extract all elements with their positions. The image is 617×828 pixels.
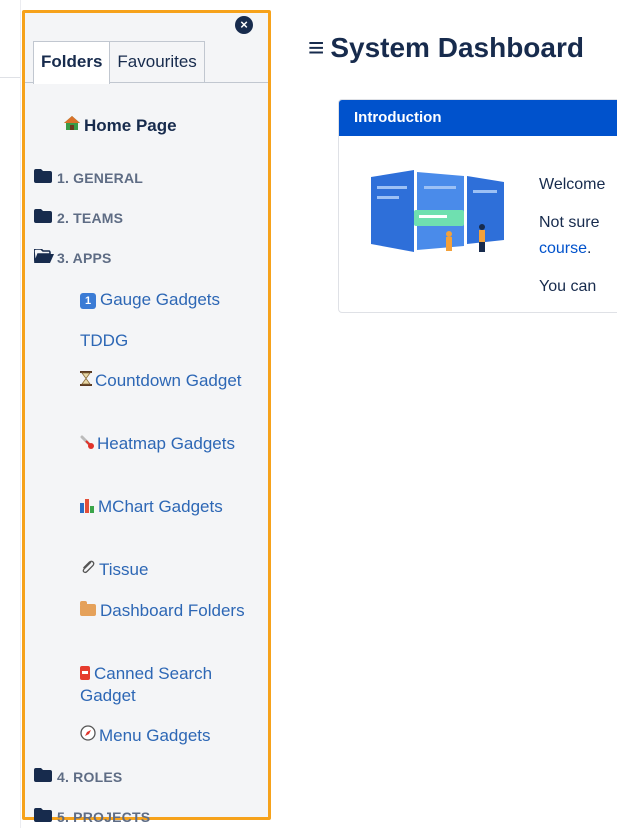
folder-roles[interactable]: 4. ROLES [34,768,122,786]
tab-favourites[interactable]: Favourites [109,41,205,82]
app-label: Gauge Gadgets [100,290,221,309]
home-icon [63,115,81,136]
folder-teams[interactable]: 2. TEAMS [34,209,123,227]
folder-general[interactable]: 1. GENERAL [34,169,143,187]
dashboard-title-text[interactable]: System Dashboard [330,32,584,63]
folders-panel: × Folders Favourites Home Page 1. GENERA… [22,10,271,825]
paperclip-icon [80,559,96,581]
compass-icon [80,725,96,747]
panel-tabs: Folders Favourites [33,41,205,84]
app-label: MChart Gadgets [98,497,223,516]
app-countdown-gadget[interactable]: Countdown Gadget [80,370,250,392]
folder-apps-label: 3. APPS [57,250,112,266]
introduction-gadget: Introduction Welcome Not sure course. Yo… [338,99,617,313]
home-page-label: Home Page [84,116,177,135]
app-label: Canned Search Gadget [80,664,213,705]
gadget-header: Introduction [339,100,617,136]
app-label: TDDG [80,331,129,350]
folder-closed-icon [34,169,54,187]
folders-panel-body: × Folders Favourites Home Page 1. GENERA… [25,13,268,825]
course-line: course. [539,240,591,258]
app-label: Countdown Gadget [95,371,242,390]
tab-folders[interactable]: Folders [33,41,111,84]
folder-projects[interactable]: 5. PROJECTS [34,808,150,826]
hourglass-icon [80,370,92,392]
app-label: Menu Gadgets [99,726,211,745]
folder-closed-icon [34,209,54,227]
course-link[interactable]: course [539,240,587,257]
can-icon [80,666,90,680]
folder-box-icon [80,601,96,616]
course-period: . [587,240,592,257]
gutter-divider [0,77,20,78]
page-title: ≡ System Dashboard [308,32,584,64]
app-left-gutter [0,0,21,828]
app-dashboard-folders[interactable]: Dashboard Folders [80,600,250,622]
folder-general-label: 1. GENERAL [57,170,144,186]
folder-teams-label: 2. TEAMS [57,210,124,226]
app-menu-gadgets[interactable]: Menu Gadgets [80,725,250,747]
close-panel-icon[interactable]: × [235,16,253,34]
folder-projects-label: 5. PROJECTS [57,809,151,825]
number-one-icon: 1 [80,293,96,309]
not-sure-text: Not sure [539,214,600,231]
app-label: Dashboard Folders [100,601,245,620]
you-can-text: You can [539,278,597,295]
thermometer-icon [80,433,94,455]
welcome-text: Welcome [539,176,606,193]
app-gauge-gadgets[interactable]: 1 Gauge Gadgets [80,289,250,311]
app-mchart-gadgets[interactable]: MChart Gadgets [80,496,250,518]
folder-tree: Home Page 1. GENERAL 2. TEAMS 3. APPS 1 … [25,83,268,825]
app-label: Heatmap Gadgets [97,434,235,453]
app-tissue[interactable]: Tissue [80,559,250,581]
folder-closed-icon [34,808,54,826]
home-page-link[interactable]: Home Page [63,115,177,136]
app-heatmap-gadgets[interactable]: Heatmap Gadgets [80,433,250,455]
folder-open-icon [33,248,54,267]
folder-apps[interactable]: 3. APPS [33,248,112,267]
app-tddg[interactable]: TDDG [80,330,250,352]
app-canned-search-gadget[interactable]: Canned Search Gadget [80,663,250,707]
bar-chart-icon [80,499,94,513]
introduction-illustration [369,162,509,262]
folder-closed-icon [34,768,54,786]
app-label: Tissue [99,560,149,579]
folder-roles-label: 4. ROLES [57,769,123,785]
hamburger-menu-icon[interactable]: ≡ [308,32,324,63]
